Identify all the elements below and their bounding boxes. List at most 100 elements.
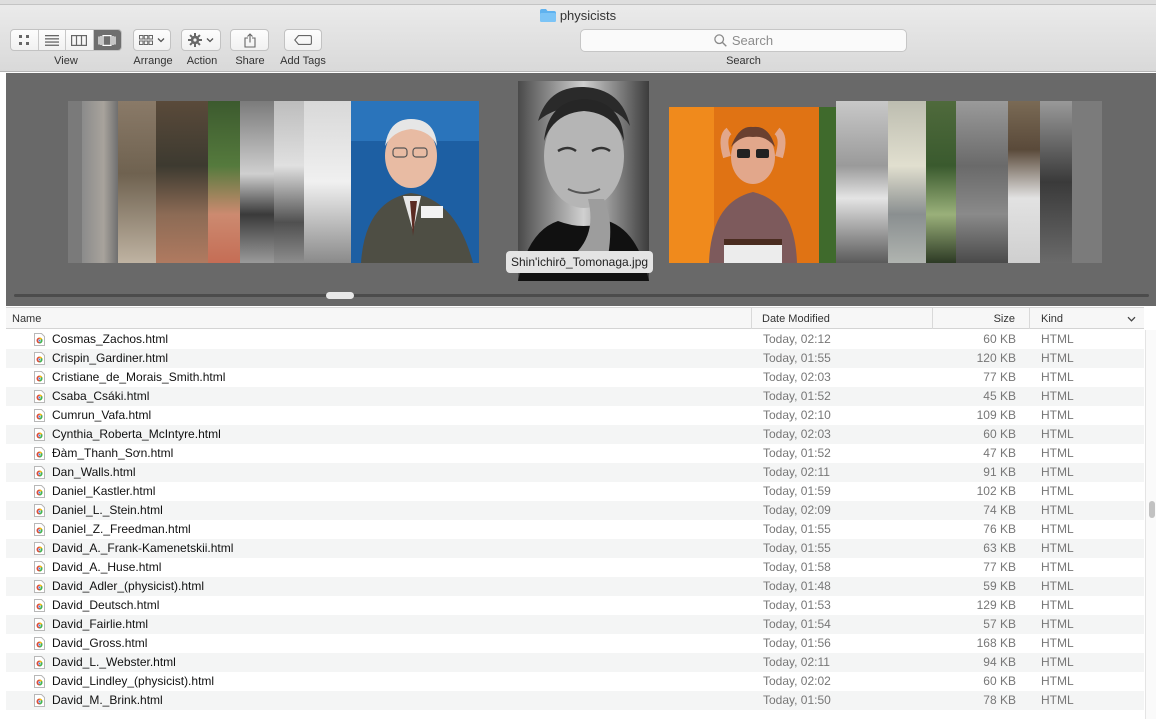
cover-thumbnail[interactable]	[926, 101, 958, 263]
cover-thumbnail-portrait[interactable]	[669, 107, 836, 263]
add-tags-label: Add Tags	[280, 55, 326, 67]
window-top-edge	[0, 0, 1156, 5]
window-title: physicists	[0, 8, 1156, 23]
column-header-size[interactable]: Size	[933, 308, 1030, 329]
file-row[interactable]: David_A._Huse.html Today, 01:58 77 KB HTML	[6, 558, 1144, 577]
file-list[interactable]: Cosmas_Zachos.html Today, 02:12 60 KB HTML C…	[6, 330, 1144, 719]
file-row[interactable]: Daniel_Kastler.html Today, 01:59 102 KB HTM…	[6, 482, 1144, 501]
cover-thumbnail[interactable]	[1040, 101, 1074, 263]
file-kind: HTML	[1041, 541, 1074, 555]
file-date-modified: Today, 01:54	[763, 617, 831, 631]
file-kind: HTML	[1041, 484, 1074, 498]
file-date-modified: Today, 01:58	[763, 560, 831, 574]
list-header: Name Date Modified Size Kind	[6, 307, 1144, 329]
html-file-icon	[34, 428, 45, 441]
folder-icon	[539, 9, 556, 22]
column-header-name[interactable]: Name	[6, 308, 752, 329]
html-file-icon	[34, 390, 45, 403]
view-segmented-control[interactable]	[10, 29, 122, 51]
file-row[interactable]: Crispin_Gardiner.html Today, 01:55 120 KB H…	[6, 349, 1144, 368]
file-name: Daniel_Kastler.html	[52, 484, 156, 498]
file-row[interactable]: David_A._Frank-Kamenetskii.html Today, 01…	[6, 539, 1144, 558]
column-header-kind[interactable]: Kind	[1030, 308, 1144, 329]
file-name: David_Deutsch.html	[52, 598, 160, 612]
html-file-icon	[34, 675, 45, 688]
search-input[interactable]: Search	[580, 29, 907, 52]
file-row[interactable]: Daniel_L._Stein.html Today, 02:09 74 KB HTM…	[6, 501, 1144, 520]
file-row[interactable]: David_Gross.html Today, 01:56 168 KB HTML	[6, 634, 1144, 653]
tag-icon	[294, 35, 312, 45]
file-row[interactable]: Dan_Walls.html Today, 02:11 91 KB HTML	[6, 463, 1144, 482]
file-row[interactable]: Đàm_Thanh_Sơn.html Today, 01:52 47 KB HTML	[6, 444, 1144, 463]
cover-flow-view-button[interactable]	[93, 30, 121, 50]
file-date-modified: Today, 01:56	[763, 636, 831, 650]
column-header-size-label: Size	[993, 312, 1015, 325]
html-file-icon	[34, 447, 45, 460]
file-row[interactable]: David_Adler_(physicist).html Today, 01:48…	[6, 577, 1144, 596]
file-date-modified: Today, 02:11	[763, 465, 830, 479]
cover-thumbnail[interactable]	[304, 101, 352, 263]
file-row[interactable]: David_Fairlie.html Today, 01:54 57 KB HTML	[6, 615, 1144, 634]
file-date-modified: Today, 01:52	[763, 446, 831, 460]
file-name: Dan_Walls.html	[52, 465, 136, 479]
cover-flow-scrollbar-thumb[interactable]	[326, 292, 354, 299]
file-size: 102 KB	[976, 484, 1016, 498]
cover-thumbnail[interactable]	[956, 101, 1008, 263]
cover-thumbnail[interactable]	[156, 101, 208, 263]
file-size: 45 KB	[983, 389, 1016, 403]
cover-thumbnail[interactable]	[888, 101, 928, 263]
file-kind: HTML	[1041, 655, 1074, 669]
column-header-date-modified[interactable]: Date Modified	[752, 308, 933, 329]
file-row[interactable]: David_L._Webster.html Today, 02:11 94 KB HT…	[6, 653, 1144, 672]
arrange-button[interactable]	[133, 29, 171, 51]
share-icon	[243, 32, 256, 48]
cover-flow-icon	[98, 34, 116, 46]
file-row[interactable]: Cumrun_Vafa.html Today, 02:10 109 KB HTML	[6, 406, 1144, 425]
cover-thumbnail[interactable]	[1008, 101, 1042, 263]
view-label: View	[54, 55, 78, 67]
cover-flow-area[interactable]: Shin'ichirō_Tomonaga.jpg	[6, 73, 1156, 306]
file-list-scrollbar[interactable]	[1145, 330, 1156, 719]
file-name: David_M._Brink.html	[52, 693, 163, 707]
cover-thumbnail[interactable]	[274, 101, 306, 263]
file-row[interactable]: David_M._Brink.html Today, 01:50 78 KB HTML	[6, 691, 1144, 710]
file-size: 63 KB	[983, 541, 1016, 555]
html-file-icon	[34, 371, 45, 384]
chevron-down-icon	[206, 38, 214, 43]
file-name: Cristiane_de_Morais_Smith.html	[52, 370, 226, 384]
file-row[interactable]: Daniel_Z._Freedman.html Today, 01:55 76 KB…	[6, 520, 1144, 539]
cover-thumbnail[interactable]	[1072, 101, 1102, 263]
add-tags-button[interactable]	[284, 29, 322, 51]
cover-flow-scrollbar-track[interactable]	[14, 294, 1149, 297]
file-row[interactable]: Csaba_Csáki.html Today, 01:52 45 KB HTML	[6, 387, 1144, 406]
file-kind: HTML	[1041, 503, 1074, 517]
window-title-text: physicists	[559, 8, 617, 23]
file-size: 60 KB	[983, 332, 1016, 346]
file-row[interactable]: Cristiane_de_Morais_Smith.html Today, 02:…	[6, 368, 1144, 387]
file-row[interactable]: David_Deutsch.html Today, 01:53 129 KB HTML	[6, 596, 1144, 615]
column-view-button[interactable]	[66, 30, 94, 50]
icon-grid-icon	[19, 35, 30, 45]
file-name: Daniel_L._Stein.html	[52, 503, 163, 517]
file-row[interactable]: Cosmas_Zachos.html Today, 02:12 60 KB HTML	[6, 330, 1144, 349]
file-row[interactable]: Cynthia_Roberta_McIntyre.html Today, 02:0…	[6, 425, 1144, 444]
chevron-down-icon	[157, 38, 165, 43]
cover-thumbnail[interactable]	[836, 101, 888, 263]
file-name: Cumrun_Vafa.html	[52, 408, 152, 422]
list-icon	[44, 34, 59, 46]
cover-thumbnail[interactable]	[118, 101, 156, 263]
cover-thumbnail-portrait[interactable]	[351, 101, 479, 263]
file-name: Crispin_Gardiner.html	[52, 351, 169, 365]
html-file-icon	[34, 504, 45, 517]
file-name: David_Gross.html	[52, 636, 148, 650]
file-list-scrollbar-thumb[interactable]	[1149, 501, 1155, 518]
file-name: David_Adler_(physicist).html	[52, 579, 205, 593]
file-name: Cynthia_Roberta_McIntyre.html	[52, 427, 221, 441]
icon-view-button[interactable]	[11, 30, 39, 50]
action-button[interactable]	[181, 29, 221, 51]
list-view-button[interactable]	[39, 30, 66, 50]
share-button[interactable]	[230, 29, 269, 51]
cover-thumbnail[interactable]	[82, 101, 118, 263]
file-row[interactable]: David_Lindley_(physicist).html Today, 02:…	[6, 672, 1144, 691]
cover-thumbnail[interactable]	[208, 101, 244, 263]
